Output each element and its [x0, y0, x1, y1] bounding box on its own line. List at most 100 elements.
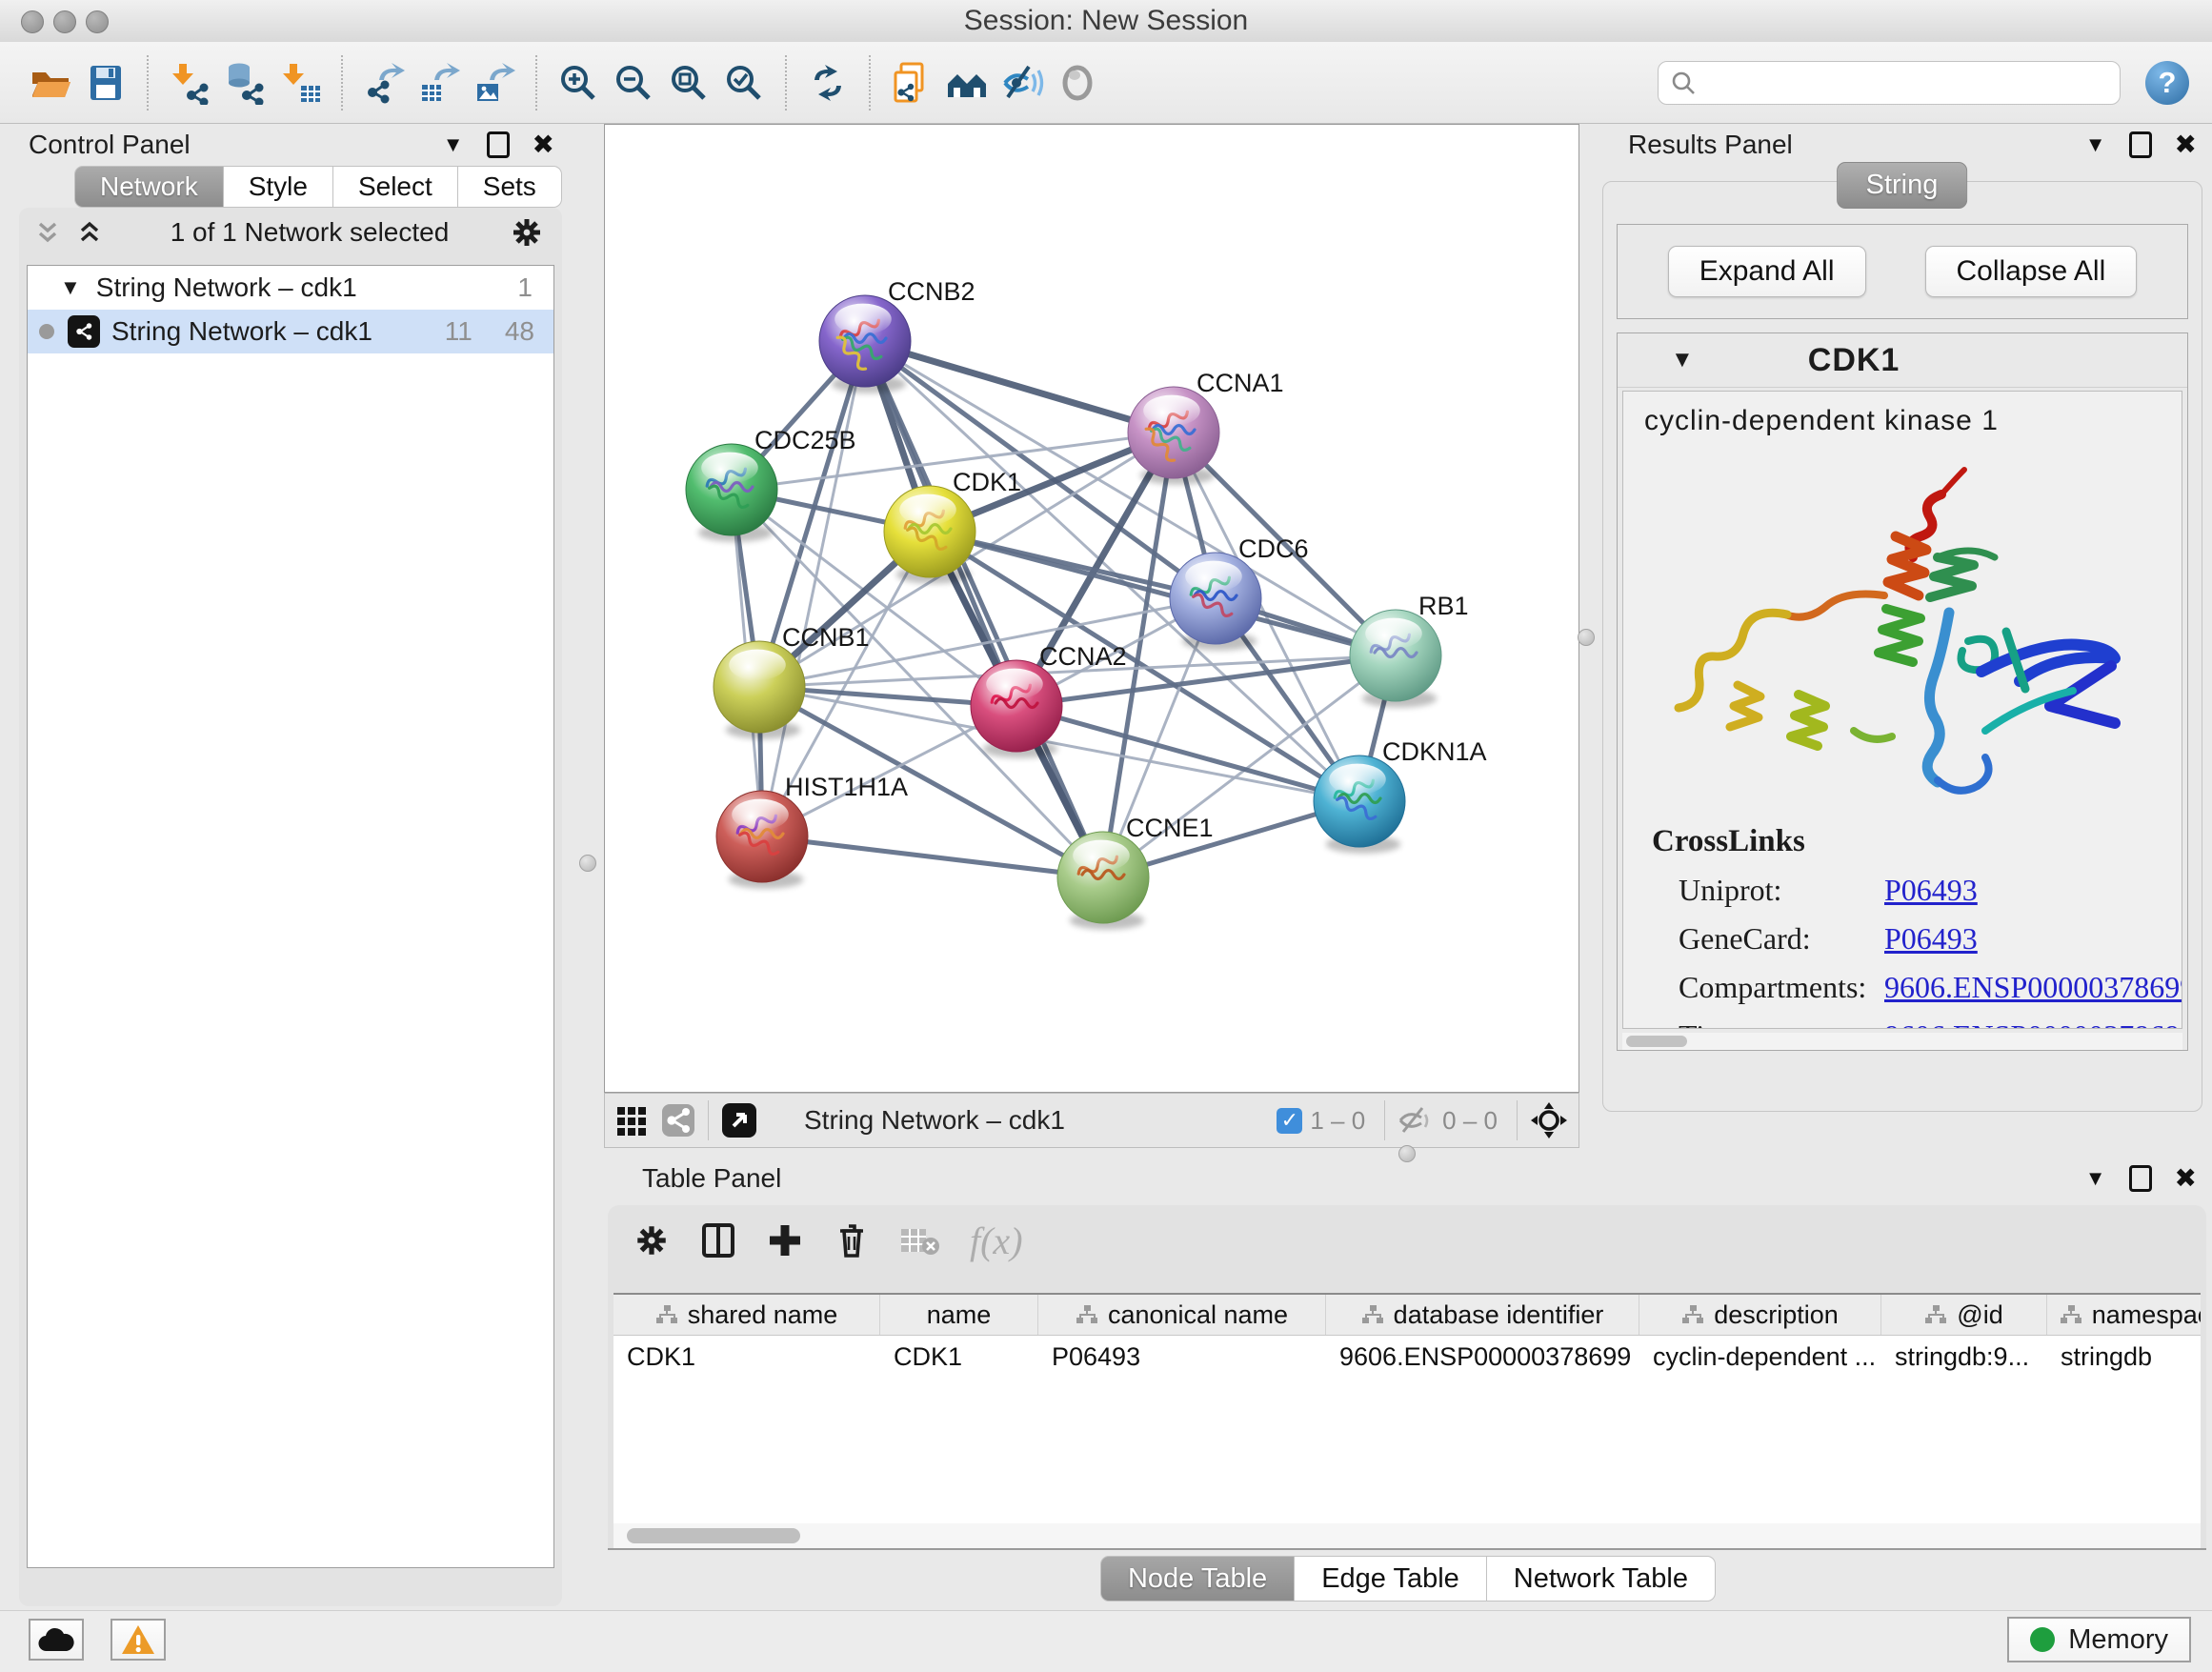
table-hscrollbar[interactable] [613, 1523, 2201, 1548]
add-column-icon[interactable] [766, 1221, 804, 1259]
tab-string[interactable]: String [1837, 162, 1968, 209]
edge-CDK1-RB1[interactable] [930, 532, 1396, 655]
table-cell[interactable]: CDK1 [880, 1336, 1038, 1378]
panel-close-icon[interactable]: ✖ [533, 131, 554, 158]
home-network-button[interactable] [939, 52, 995, 113]
table-cell[interactable]: stringdb:9... [1881, 1336, 2047, 1378]
table-hscrollbar-thumb[interactable] [627, 1528, 800, 1543]
tab-network[interactable]: Network [74, 166, 224, 208]
apply-function-icon[interactable]: f(x) [970, 1219, 1023, 1263]
table-cell[interactable]: cyclin-dependent ... [1639, 1336, 1881, 1378]
network-options-gear-icon[interactable] [509, 214, 545, 251]
import-database-button[interactable] [217, 52, 272, 113]
memory-button[interactable]: Memory [2007, 1617, 2191, 1662]
left-splitter-handle[interactable] [579, 855, 596, 872]
column-header-name[interactable]: name [880, 1295, 1038, 1335]
save-session-button[interactable] [78, 52, 133, 113]
hide-selected-button[interactable] [995, 52, 1050, 113]
zoom-in-button[interactable] [551, 52, 606, 113]
expand-all-button[interactable]: Expand All [1668, 246, 1866, 297]
column-header-shared-name[interactable]: shared name [613, 1295, 880, 1335]
crosslink-link[interactable]: 9606.ENSP00000378699 [1884, 970, 2182, 1005]
table-options-gear-icon[interactable] [633, 1221, 671, 1259]
search-input[interactable] [1706, 67, 2108, 98]
column-header-database-identifier[interactable]: database identifier [1326, 1295, 1639, 1335]
search-box[interactable] [1658, 61, 2121, 105]
tab-sets[interactable]: Sets [458, 166, 562, 208]
delete-table-icon[interactable] [899, 1223, 941, 1258]
import-table-button[interactable] [272, 52, 328, 113]
network-item-row[interactable]: String Network – cdk1 11 48 [28, 310, 553, 353]
panel-float-icon[interactable] [487, 131, 510, 158]
results-scrollbar-thumb[interactable] [1626, 1036, 1687, 1047]
zoom-fit-icon [667, 61, 711, 105]
section-expander-icon[interactable]: ▼ [1671, 347, 1694, 373]
zoom-selected-button[interactable] [716, 52, 772, 113]
export-network-button[interactable] [356, 52, 412, 113]
hidden-eye-icon[interactable] [1397, 1105, 1435, 1136]
table-cell[interactable]: stringdb [2047, 1336, 2201, 1378]
selected-checkbox-icon[interactable]: ✓ [1277, 1108, 1302, 1134]
cdk1-section-header[interactable]: ▼ CDK1 [1618, 333, 2187, 388]
network-collection-row[interactable]: ▼ String Network – cdk1 1 [28, 266, 553, 310]
pan-crosshair-icon[interactable] [1529, 1100, 1569, 1140]
show-columns-icon[interactable] [699, 1221, 737, 1259]
warnings-button[interactable] [111, 1619, 166, 1661]
edge-CCNB2-HIST1H1A[interactable] [762, 341, 865, 836]
column-header-namespace[interactable]: namespace [2047, 1295, 2201, 1335]
delete-column-icon[interactable] [833, 1221, 871, 1259]
panel-float-icon[interactable] [2129, 1165, 2152, 1192]
network-graph[interactable]: CCNB2CCNA1CDC25BCDK1CDC6RB1CCNB1CCNA2CDK… [605, 125, 1579, 1092]
panel-close-icon[interactable]: ✖ [2175, 1165, 2197, 1192]
edge-CCNB2-CCNA1[interactable] [865, 341, 1174, 433]
export-image-button[interactable] [467, 52, 522, 113]
crosslink-link[interactable]: P06493 [1884, 873, 1978, 908]
column-header-description[interactable]: description [1639, 1295, 1881, 1335]
panel-close-icon[interactable]: ✖ [2175, 131, 2197, 158]
refresh-button[interactable] [800, 52, 855, 113]
view-mode-share-icon[interactable] [660, 1102, 696, 1138]
node-CCNB1[interactable]: CCNB1 [714, 623, 870, 739]
expand-all-icon[interactable] [78, 218, 111, 247]
tab-network-table[interactable]: Network Table [1487, 1556, 1716, 1601]
zoom-fit-button[interactable] [661, 52, 716, 113]
table-cell[interactable]: P06493 [1038, 1336, 1326, 1378]
panel-menu-icon[interactable]: ▼ [2085, 132, 2106, 157]
zoom-out-button[interactable] [606, 52, 661, 113]
column-header--id[interactable]: @id [1881, 1295, 2047, 1335]
copy-style-button[interactable] [884, 52, 939, 113]
edge-HIST1H1A-CCNE1[interactable] [762, 836, 1103, 877]
cloud-status-button[interactable] [29, 1619, 84, 1661]
collapse-all-button[interactable]: Collapse All [1925, 246, 2138, 297]
node-HIST1H1A[interactable]: HIST1H1A [716, 773, 908, 889]
tab-style[interactable]: Style [224, 166, 333, 208]
column-header-canonical-name[interactable]: canonical name [1038, 1295, 1326, 1335]
node-CDK1[interactable]: CDK1 [884, 468, 1021, 584]
grid-mode-icon[interactable] [614, 1103, 649, 1138]
import-network-button[interactable] [162, 52, 217, 113]
collection-expander-icon[interactable]: ▼ [60, 275, 81, 300]
tab-node-table[interactable]: Node Table [1100, 1556, 1295, 1601]
node-RB1[interactable]: RB1 [1350, 592, 1469, 708]
panel-menu-icon[interactable]: ▼ [2085, 1166, 2106, 1191]
show-all-button[interactable] [1050, 52, 1105, 113]
panel-menu-icon[interactable]: ▼ [443, 132, 464, 157]
panel-float-icon[interactable] [2129, 131, 2152, 158]
table-row[interactable]: CDK1CDK1P064939606.ENSP00000378699cyclin… [613, 1336, 2201, 1378]
node-CDC25B[interactable]: CDC25B [686, 426, 856, 542]
table-cell[interactable]: 9606.ENSP00000378699 [1326, 1336, 1639, 1378]
help-button[interactable]: ? [2145, 61, 2189, 105]
tab-select[interactable]: Select [333, 166, 458, 208]
crosslink-link[interactable]: 9606.ENSP00000378699 [1884, 1018, 2182, 1029]
network-view-canvas[interactable]: CCNB2CCNA1CDC25BCDK1CDC6RB1CCNB1CCNA2CDK… [604, 124, 1579, 1093]
table-cell[interactable]: CDK1 [613, 1336, 880, 1378]
crosslink-link[interactable]: P06493 [1884, 921, 1978, 957]
results-scrollbar[interactable] [1622, 1033, 2182, 1050]
tab-edge-table[interactable]: Edge Table [1295, 1556, 1487, 1601]
collapse-all-icon[interactable] [36, 218, 69, 247]
export-table-button[interactable] [412, 52, 467, 113]
birdseye-view-icon[interactable] [720, 1101, 758, 1139]
open-file-button[interactable] [23, 52, 78, 113]
node-CDKN1A[interactable]: CDKN1A [1314, 737, 1487, 854]
node-CCNB2[interactable]: CCNB2 [819, 277, 975, 393]
